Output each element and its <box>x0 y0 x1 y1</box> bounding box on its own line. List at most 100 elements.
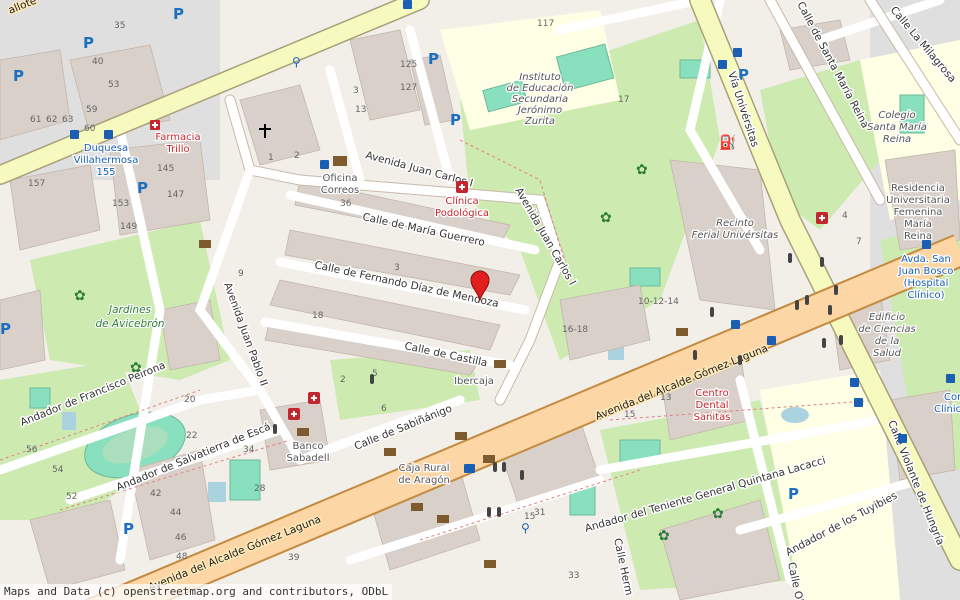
house-number: 117 <box>537 19 554 29</box>
house-number: 31 <box>534 508 545 518</box>
label-ciencias-salud-4: Salud <box>873 348 902 359</box>
bus-stop-icon <box>718 60 727 69</box>
label-banco-sabadell-1: Banco <box>293 441 324 452</box>
house-number: 149 <box>120 222 137 232</box>
pharmacy-icon <box>150 120 160 130</box>
house-number: 46 <box>175 533 187 543</box>
label-caja-rural-2: de Aragón <box>398 474 450 486</box>
house-number: 10-12-14 <box>638 297 679 307</box>
sports-pitch <box>29 387 51 409</box>
house-number: 3 <box>394 263 400 273</box>
house-number: 13 <box>355 105 366 115</box>
label-oficina-correos-2: Correos <box>321 185 359 196</box>
parking-icon: P <box>13 67 24 85</box>
house-number: 153 <box>112 199 129 209</box>
bus-stop-icon <box>854 398 863 407</box>
house-number: 36 <box>340 199 352 209</box>
label-oficina-correos-1: Oficina <box>323 173 358 184</box>
map-view[interactable]: P P P P P P P P P P allote Avenida Juan … <box>0 0 960 600</box>
bank-icon <box>455 432 467 440</box>
house-number: 33 <box>568 571 579 581</box>
house-number: 39 <box>288 553 300 563</box>
house-number: 15 <box>624 410 635 420</box>
parking-icon: P <box>137 179 148 197</box>
water-pool <box>62 412 76 430</box>
post-office-icon <box>333 156 347 166</box>
label-jardines-avicebron-1: Jardines <box>107 304 152 316</box>
house-number: 61 <box>30 115 41 125</box>
bus-stop-icon <box>922 240 931 249</box>
house-number: 22 <box>186 431 197 441</box>
house-number: 59 <box>86 105 98 115</box>
bus-stop-icon <box>850 378 859 387</box>
parking-icon: P <box>123 520 134 538</box>
clinic-icon <box>288 408 300 420</box>
house-number: 44 <box>170 508 182 518</box>
house-number: 17 <box>618 95 629 105</box>
label-residencia-2: Universitaria <box>886 195 950 206</box>
label-recinto-ferial-1: Recinto <box>716 218 754 229</box>
bank-icon <box>199 240 211 248</box>
sports-icon: ✿ <box>712 506 724 522</box>
house-number: 34 <box>243 445 255 455</box>
bank-icon <box>676 328 688 336</box>
house-number: 28 <box>254 484 266 494</box>
water-pool <box>208 482 226 502</box>
label-ciencias-salud-1: Edificio <box>869 312 905 323</box>
bank-icon <box>411 503 423 511</box>
label-farmacia-trillo-1: Farmacia <box>155 132 200 143</box>
map-canvas[interactable]: P P P P P P P P P P allote Avenida Juan … <box>0 0 960 600</box>
house-number: 63 <box>62 115 73 125</box>
playground-icon: ✿ <box>74 288 86 304</box>
bank-icon <box>484 560 496 568</box>
label-recinto-ferial-2: Ferial Univérsitas <box>692 229 779 241</box>
label-colegio-1: Colegio <box>878 110 915 121</box>
label-instituto-1: Instituto <box>519 72 561 83</box>
bus-stop-icon <box>70 130 79 139</box>
clinic-icon <box>456 181 468 193</box>
label-instituto-4: Jerónimo <box>516 104 562 116</box>
label-duquesa-1: Duquesa <box>84 143 128 154</box>
label-instituto-5: Zurita <box>524 116 555 127</box>
house-number: 53 <box>108 80 119 90</box>
parking-icon: P <box>173 5 184 23</box>
parking-icon: P <box>83 34 94 52</box>
house-number: 125 <box>400 60 417 70</box>
bus-stop-icon <box>464 464 475 473</box>
house-number: 54 <box>52 465 64 475</box>
parking-icon: P <box>788 485 799 503</box>
bus-stop-icon <box>104 130 113 139</box>
parking-icon: P <box>0 320 11 338</box>
house-number: 2 <box>294 151 300 161</box>
house-number: 13 <box>660 393 671 403</box>
house-number: 7 <box>856 237 862 247</box>
house-number: 42 <box>150 489 161 499</box>
label-residencia-4: María <box>904 218 932 230</box>
bank-icon <box>483 455 495 463</box>
house-number: 52 <box>66 492 77 502</box>
clinic-icon <box>308 392 320 404</box>
hospital-icon <box>816 212 828 224</box>
fuel-icon: ⛽ <box>719 134 736 151</box>
label-centro-dental-1: Centro <box>695 388 728 399</box>
label-jardines-avicebron-2: de Avicebrón <box>95 318 164 330</box>
label-instituto-3: Secundaria <box>512 94 568 105</box>
house-number: 2 <box>340 375 346 385</box>
house-number: 18 <box>312 311 324 321</box>
label-farmacia-trillo-2: Trillo <box>165 144 189 155</box>
bank-icon <box>297 428 309 436</box>
house-number: 3 <box>353 86 359 96</box>
playground-icon: ✿ <box>658 528 670 544</box>
house-number: 56 <box>26 445 38 455</box>
playground-icon: ✿ <box>130 360 142 376</box>
house-number: 48 <box>176 552 188 562</box>
house-number: 127 <box>400 83 417 93</box>
label-avda-san-juan-bosco-3: (Hospital <box>904 278 949 289</box>
bank-icon <box>494 360 506 368</box>
parking-icon: P <box>428 50 439 68</box>
house-number: 60 <box>84 124 96 134</box>
house-number: 40 <box>92 57 104 67</box>
bus-stop-icon <box>946 374 955 383</box>
bus-stop-icon <box>767 336 776 345</box>
sports-pitch <box>629 267 661 287</box>
